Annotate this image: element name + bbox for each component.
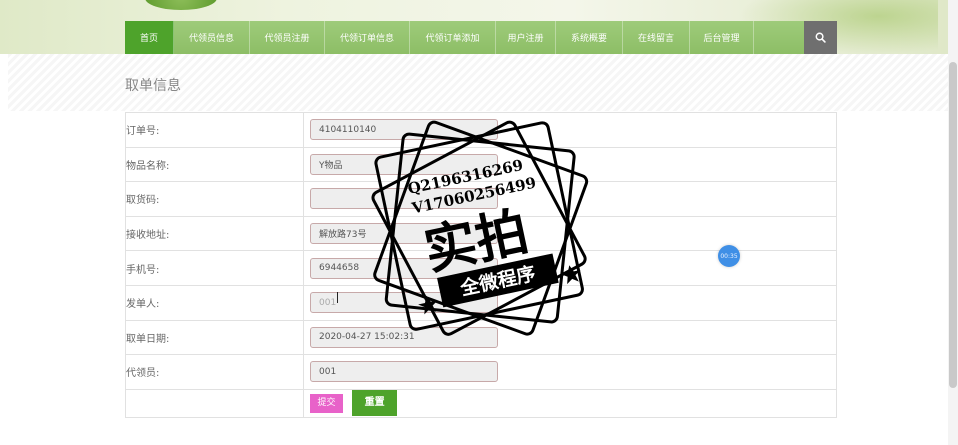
agent-input[interactable]: 001 [310,361,498,383]
label-item-name: 物品名称: [125,146,304,183]
page: 首页 代领员信息 代领员注册 代领订单信息 代领订单添加 用户注册 系统概要 在… [0,0,958,445]
watermark-stamp: Q2196316269 V17060256499 实拍 全微程序 [371,120,589,336]
nav-admin[interactable]: 后台管理 [690,21,754,54]
page-title: 取单信息 [125,78,181,94]
nav-system-overview[interactable]: 系统概要 [556,21,623,54]
nav-agent-info[interactable]: 代领员信息 [174,21,250,54]
text-cursor-icon [337,292,339,303]
search-icon [815,32,826,43]
form-row-agent: 代领员: 001 [125,354,837,390]
search-button[interactable] [804,21,837,54]
label-pickup-date: 取单日期: [125,319,304,356]
nav-user-register[interactable]: 用户注册 [496,21,556,54]
label-phone: 手机号: [125,250,304,286]
label-order-no: 订单号: [125,112,304,148]
form-actions-row: 提交 重置 [125,388,837,418]
main-nav: 首页 代领员信息 代领员注册 代领订单信息 代领订单添加 用户注册 系统概要 在… [125,21,837,54]
scrollbar-thumb[interactable] [949,62,957,388]
site-logo[interactable] [145,0,217,10]
submit-button[interactable]: 提交 [310,393,343,413]
nav-home[interactable]: 首页 [125,21,174,54]
label-agent: 代领员: [125,354,304,390]
nav-message-board[interactable]: 在线留言 [623,21,690,54]
nav-order-info[interactable]: 代领订单信息 [325,21,410,54]
timer-badge[interactable]: 00:35 [718,245,740,267]
actions-label-cell [125,388,304,418]
nav-agent-register[interactable]: 代领员注册 [250,21,325,54]
nav-order-add[interactable]: 代领订单添加 [410,21,496,54]
label-pickup-code: 取货码: [125,181,304,217]
scrollbar[interactable] [948,0,958,445]
label-address: 接收地址: [125,215,304,252]
reset-button[interactable]: 重置 [352,390,398,417]
label-sender: 发单人: [125,284,304,321]
